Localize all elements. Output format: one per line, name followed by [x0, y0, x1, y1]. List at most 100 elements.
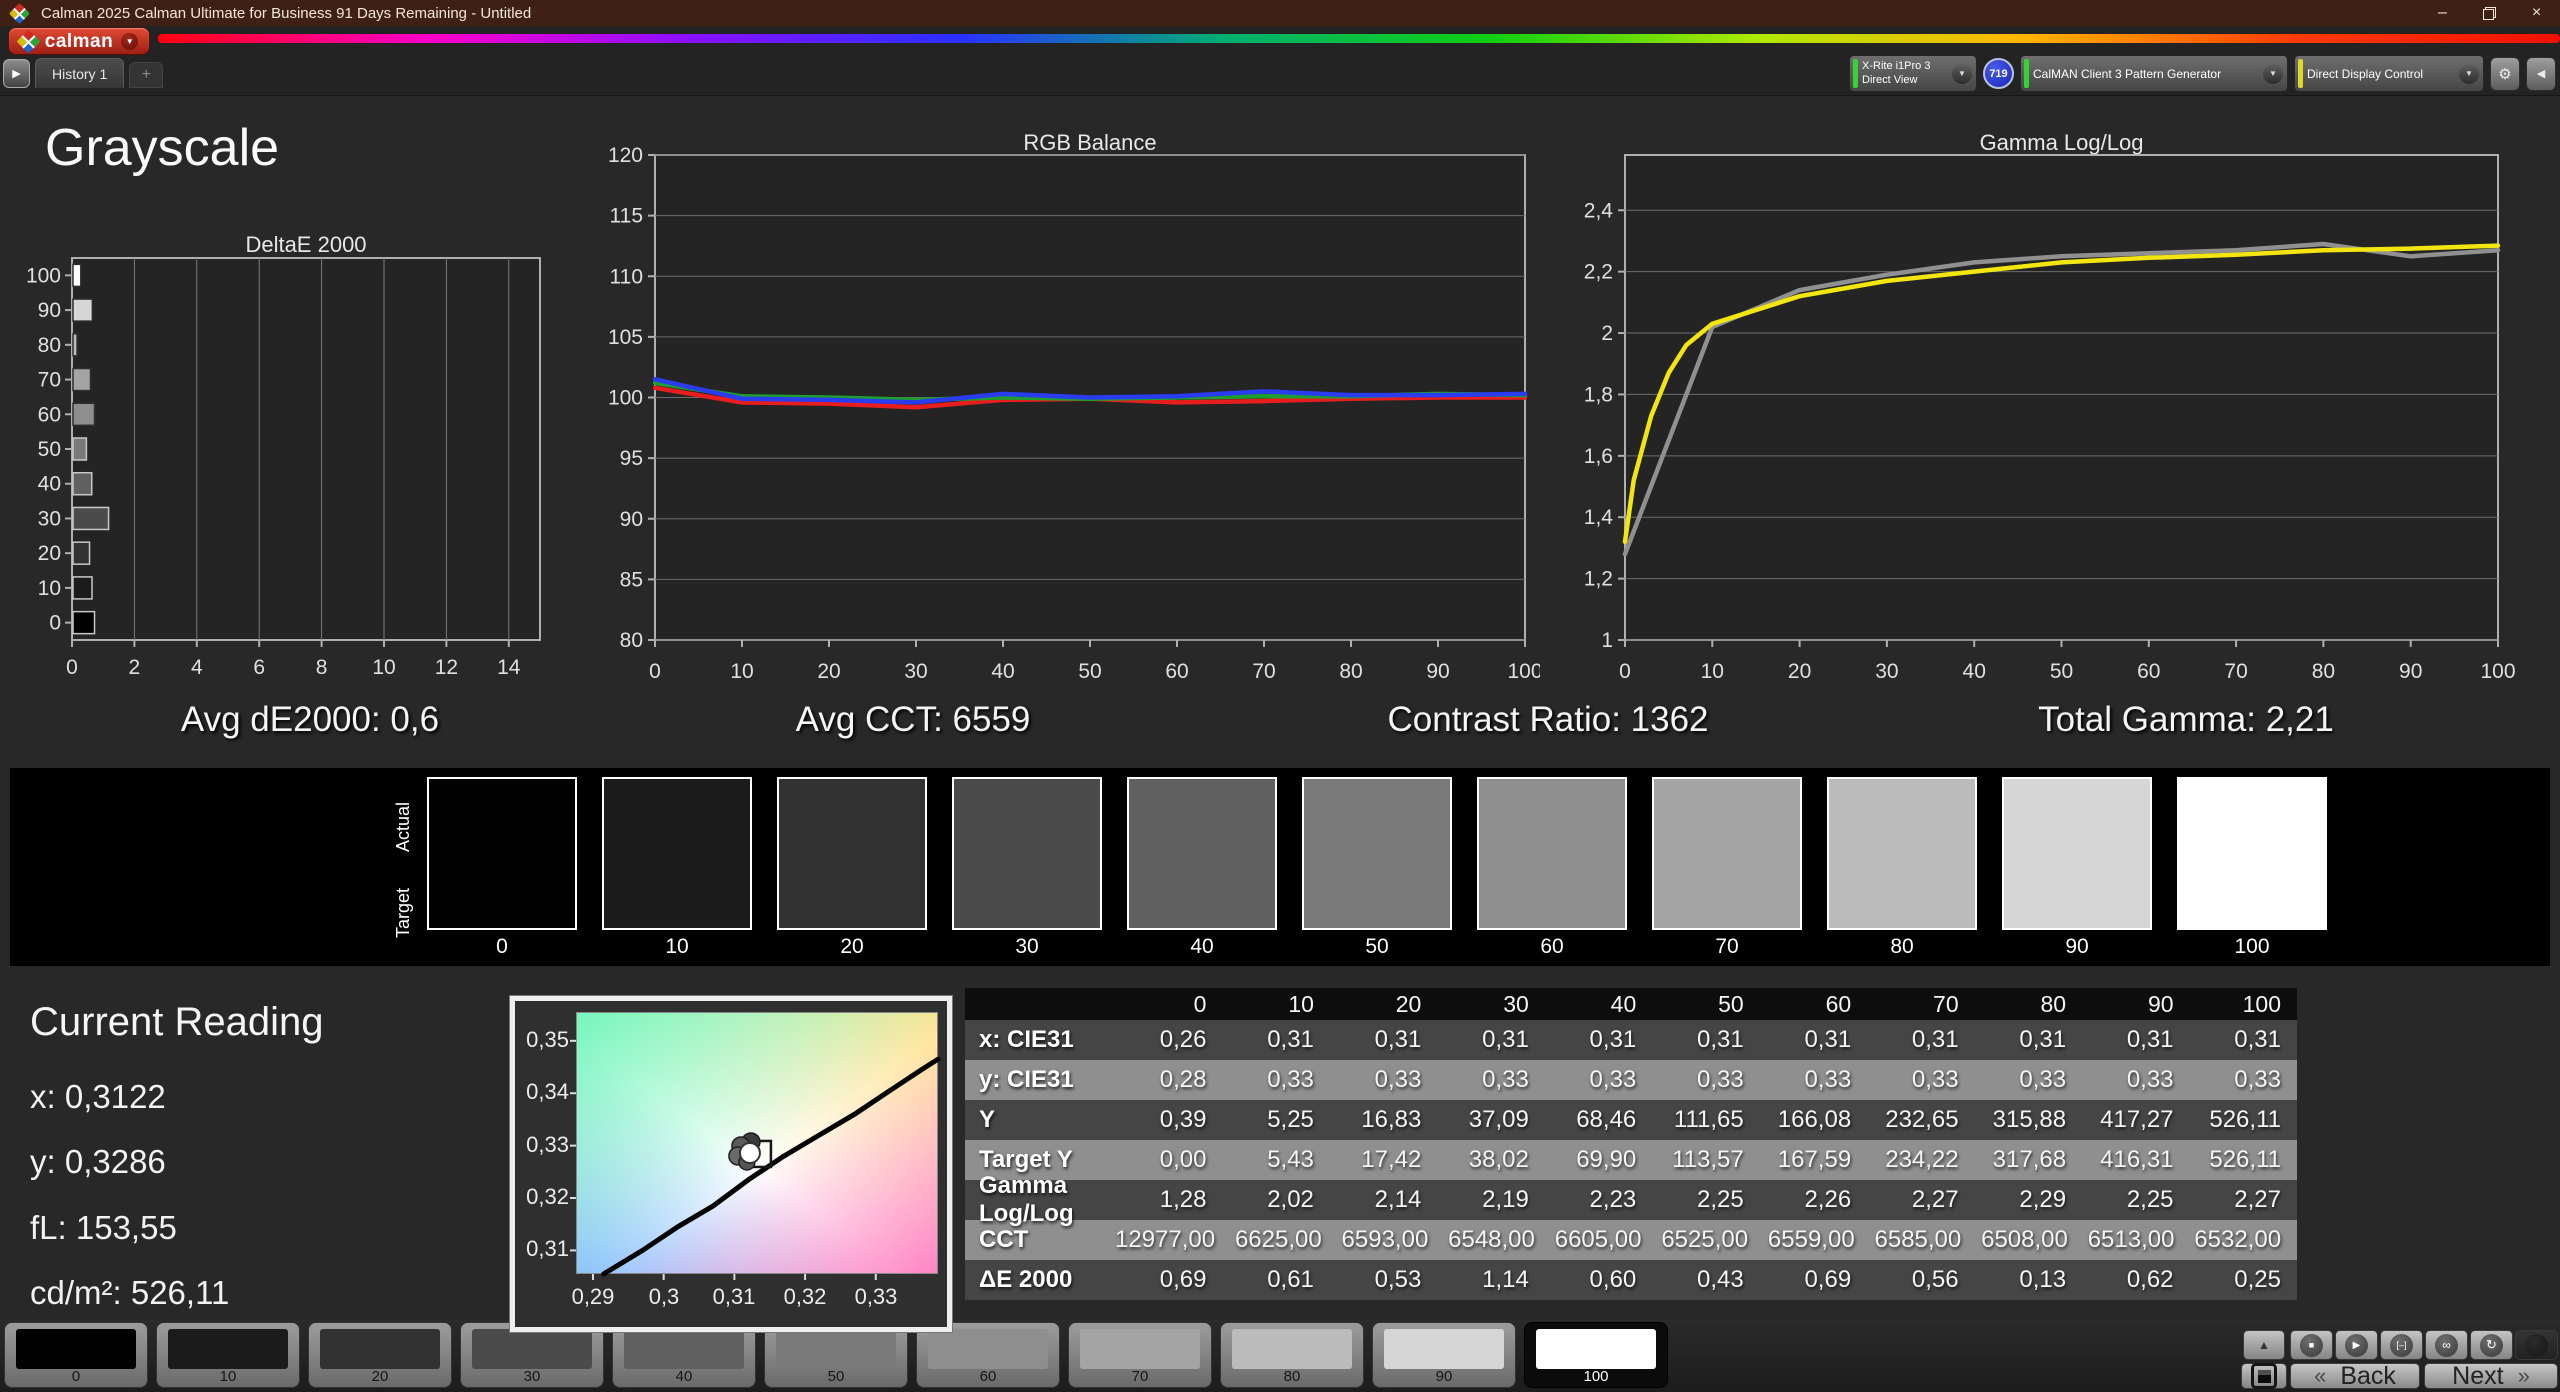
cie-y-tick: 0,35 — [515, 1027, 569, 1053]
pattern-window-button[interactable] — [2241, 1363, 2287, 1389]
table-cell: 0,60 — [1545, 1266, 1652, 1294]
table-cell: 2,27 — [1867, 1186, 1974, 1214]
pattern-level-0[interactable]: 0 — [4, 1322, 148, 1388]
refresh-button[interactable]: ↻ — [2470, 1330, 2513, 1360]
row-label: Target Y — [965, 1146, 1115, 1174]
stat-total-gamma: Total Gamma: 2,21 — [2038, 700, 2334, 740]
infinity-icon: ∞ — [2442, 1338, 2451, 1352]
cie-x-tick: 0,32 — [765, 1284, 845, 1310]
table-row: CCT12977,006625,006593,006548,006605,006… — [965, 1220, 2297, 1260]
collapse-panel-button[interactable]: ◀ — [2526, 57, 2556, 91]
display-control-dropdown[interactable]: Direct Display Control ▼ — [2294, 55, 2484, 92]
swatch-60: 60 — [1477, 777, 1627, 959]
swatch-70: 70 — [1652, 777, 1802, 959]
stat-contrast-ratio: Contrast Ratio: 1362 — [1387, 700, 1708, 740]
svg-text:40: 40 — [38, 473, 61, 496]
table-cell: 6585,00 — [1871, 1226, 1978, 1254]
swatch-40: 40 — [1127, 777, 1277, 959]
pattern-color — [472, 1329, 592, 1369]
table-cell: 1,14 — [1437, 1266, 1544, 1294]
table-cell: 315,88 — [1975, 1106, 2082, 1134]
table-cell: 0,00 — [1115, 1146, 1222, 1174]
restore-button[interactable] — [2466, 0, 2513, 26]
continuous-button[interactable]: ∞ — [2425, 1330, 2468, 1360]
pattern-color — [1536, 1329, 1656, 1369]
pattern-level-10[interactable]: 10 — [156, 1322, 300, 1388]
table-row: Gamma Log/Log1,282,022,142,192,232,252,2… — [965, 1180, 2297, 1220]
back-button[interactable]: « Back — [2290, 1363, 2420, 1389]
session-play-button[interactable]: ▶ — [3, 59, 30, 88]
settings-button[interactable]: ⚙ — [2490, 57, 2520, 91]
svg-text:100: 100 — [2480, 660, 2515, 683]
pattern-level-20[interactable]: 20 — [308, 1322, 452, 1388]
meter-dropdown[interactable]: X-Rite i1Pro 3Direct View ▼ — [1849, 55, 1977, 92]
expand-tray-button[interactable]: ▲ — [2243, 1330, 2285, 1360]
svg-text:1,6: 1,6 — [1584, 445, 1613, 468]
deltae-bar-10 — [73, 577, 92, 599]
table-cell: 526,11 — [2190, 1146, 2297, 1174]
swatch-label: 40 — [1127, 935, 1277, 959]
stat-avg-de2000: Avg dE2000: 0,6 — [181, 700, 439, 740]
pattern-level-90[interactable]: 90 — [1372, 1322, 1516, 1388]
play-measure-button[interactable]: ▶ — [2335, 1330, 2378, 1360]
table-cell: 0,31 — [1222, 1026, 1329, 1054]
svg-text:60: 60 — [38, 403, 61, 426]
calman-menu-button[interactable]: calman ▼ — [8, 27, 150, 55]
reading-fl: fL: 153,55 — [30, 1209, 177, 1247]
svg-text:80: 80 — [2312, 660, 2335, 683]
table-cell: 0,69 — [1115, 1266, 1222, 1294]
pattern-level-70[interactable]: 70 — [1068, 1322, 1212, 1388]
swatch-color — [1652, 777, 1802, 930]
column-header: 90 — [2082, 991, 2189, 1018]
table-cell: 0,33 — [1545, 1066, 1652, 1094]
table-cell: 0,31 — [1437, 1026, 1544, 1054]
chevron-down-icon: ▼ — [2263, 64, 2283, 84]
calman-menu-label: calman — [45, 32, 113, 51]
meter-dropdown-label: X-Rite i1Pro 3Direct View — [1862, 60, 1930, 86]
table-cell: 0,56 — [1867, 1266, 1974, 1294]
column-header: 100 — [2190, 991, 2297, 1018]
cie-y-tick: 0,33 — [515, 1132, 569, 1158]
table-cell: 6508,00 — [1977, 1226, 2084, 1254]
back-label: Back — [2340, 1362, 2396, 1391]
pattern-level-100[interactable]: 100 — [1524, 1322, 1668, 1388]
table-cell: 0,31 — [1975, 1026, 2082, 1054]
svg-text:20: 20 — [817, 660, 840, 683]
range-button[interactable]: [–] — [2380, 1330, 2423, 1360]
svg-text:40: 40 — [1963, 660, 1986, 683]
close-button[interactable]: × — [2513, 0, 2560, 26]
table-cell: 0,69 — [1760, 1266, 1867, 1294]
swatch-label: 90 — [2002, 935, 2152, 959]
pattern-status-bar — [2024, 59, 2029, 88]
table-cell: 167,59 — [1760, 1146, 1867, 1174]
svg-text:1,4: 1,4 — [1584, 506, 1614, 529]
gamma-loglog-chart: Gamma Log/Log2,42,221,81,61,41,210102030… — [1570, 130, 2560, 690]
swatch-color — [602, 777, 752, 930]
next-button[interactable]: Next » — [2424, 1363, 2558, 1389]
calman-logo-icon — [9, 2, 30, 23]
column-header: 30 — [1437, 991, 1544, 1018]
column-header: 50 — [1652, 991, 1759, 1018]
swatch-label: 20 — [777, 935, 927, 959]
column-header: 60 — [1760, 991, 1867, 1018]
pattern-level-80[interactable]: 80 — [1220, 1322, 1364, 1388]
table-cell: 6525,00 — [1657, 1226, 1764, 1254]
svg-text:1: 1 — [1601, 629, 1613, 652]
svg-text:70: 70 — [38, 369, 61, 392]
add-tab-button[interactable]: + — [129, 62, 163, 88]
table-cell: 111,65 — [1652, 1106, 1759, 1134]
chevron-down-icon: ▼ — [2459, 64, 2479, 84]
tab-label: History 1 — [52, 66, 107, 82]
svg-text:RGB Balance: RGB Balance — [1023, 130, 1156, 155]
title-bar: Calman 2025 Calman Ultimate for Business… — [0, 0, 2560, 26]
minimize-button[interactable]: – — [2419, 0, 2466, 26]
pattern-label: 60 — [917, 1368, 1059, 1385]
table-cell: 2,25 — [2082, 1186, 2189, 1214]
stop-button[interactable]: ■ — [2290, 1330, 2333, 1360]
table-cell: 0,61 — [1222, 1266, 1329, 1294]
svg-text:6: 6 — [253, 656, 265, 679]
tab-history-1[interactable]: History 1 — [35, 58, 124, 88]
meter-count-badge[interactable]: 719 — [1983, 58, 2014, 89]
pattern-generator-dropdown[interactable]: CalMAN Client 3 Pattern Generator ▼ — [2020, 55, 2288, 92]
table-cell: 6513,00 — [2084, 1226, 2191, 1254]
